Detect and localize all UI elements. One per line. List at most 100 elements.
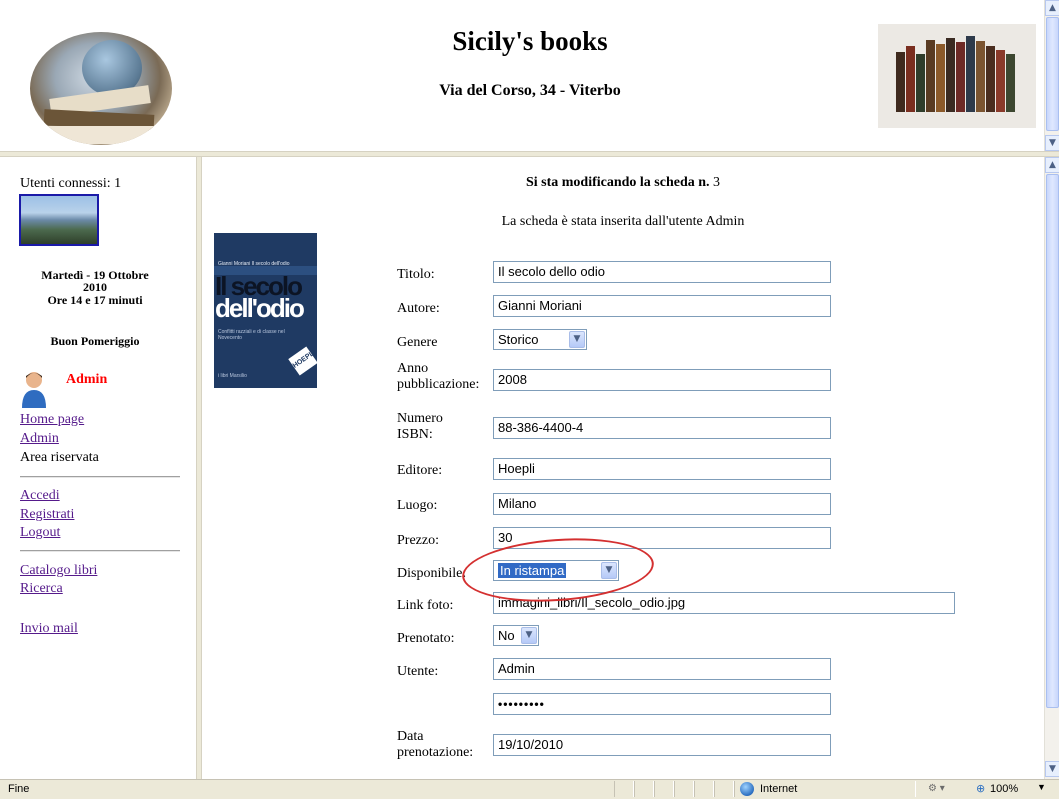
book-spine (936, 44, 945, 112)
photo-link-label: Link foto: (397, 598, 454, 613)
site-address: Via del Corso, 34 - Viterbo (439, 82, 621, 99)
availability-label: Disponibile: (397, 566, 467, 581)
scroll-down-button[interactable]: ▼ (1045, 135, 1059, 151)
book-spine (996, 50, 1005, 112)
nav-login-link[interactable]: Accedi (20, 488, 60, 504)
chevron-down-icon[interactable]: ▼ (1037, 782, 1046, 792)
book-spine (896, 52, 905, 112)
reserved-label: Prenotato: (397, 631, 455, 646)
isbn-label: Numero ISBN: (397, 411, 443, 443)
book-spine (1006, 54, 1015, 112)
genre-select[interactable]: Storico ▼ (493, 329, 587, 350)
nav-logout-link[interactable]: Logout (20, 525, 60, 541)
book-spine (956, 42, 965, 112)
cover-series: i libri Marsilio (218, 373, 247, 379)
author-input[interactable]: Gianni Moriani (493, 295, 831, 317)
title-input[interactable]: Il secolo dello odio (493, 261, 831, 283)
title-label: Titolo: (397, 267, 435, 282)
price-label: Prezzo: (397, 533, 439, 548)
user-avatar-icon (22, 372, 46, 408)
editing-heading: Si sta modificando la scheda n. 3 (202, 175, 1044, 191)
author-label: Autore: (397, 301, 440, 316)
book-spine (976, 41, 985, 112)
availability-select[interactable]: In ristampa ▼ (493, 560, 619, 581)
cover-subtitle: Conflitti razziali e di classe nel Novec… (218, 329, 285, 341)
status-cell (614, 781, 634, 797)
year-label: Anno pubblicazione: (397, 361, 479, 393)
reservation-date-input[interactable]: 19/10/2010 (493, 734, 831, 756)
cover-publisher-badge: HOEPLI (288, 346, 317, 376)
user-input[interactable]: Admin (493, 658, 831, 680)
book-graphic (40, 126, 160, 144)
books-globe-logo (30, 32, 172, 145)
inserted-by-text: La scheda è stata inserita dall'utente A… (501, 214, 745, 229)
genre-label: Genere (397, 335, 438, 350)
password-input[interactable]: ••••••••• (493, 693, 831, 715)
reservation-date-label: Data prenotazione: (397, 729, 473, 761)
chevron-down-icon[interactable]: ▼ (569, 331, 585, 348)
nav-separator (20, 476, 180, 478)
status-cell (654, 781, 674, 797)
status-cell (634, 781, 654, 797)
place-label: Luogo: (397, 498, 438, 513)
security-zone-text: Internet (760, 783, 798, 795)
coast-photo (19, 194, 99, 246)
publisher-input[interactable]: Hoepli (493, 458, 831, 480)
admin-username: Admin (66, 372, 108, 387)
nav-home-link[interactable]: Home page (20, 412, 84, 428)
nav-admin-link[interactable]: Admin (20, 431, 59, 447)
bookshelf-image (878, 24, 1036, 128)
protected-mode-icon[interactable]: ⚙ ▾ (928, 783, 945, 794)
status-cell (694, 781, 714, 797)
book-spine (906, 46, 915, 112)
book-spine (916, 54, 925, 112)
reserved-select[interactable]: No ▼ (493, 625, 539, 646)
year-label-line2: pubblicazione: (397, 377, 480, 392)
book-spine (966, 36, 975, 112)
main-frame: Si sta modificando la scheda n. 3 La sch… (202, 157, 1044, 779)
main-scrollbar[interactable]: ▲ ▼ (1044, 157, 1059, 779)
time-text: Ore 14 e 17 minuti (47, 293, 143, 307)
status-cell (674, 781, 694, 797)
nav-catalog-link[interactable]: Catalogo libri (20, 563, 97, 579)
scroll-up-button[interactable]: ▲ (1045, 0, 1059, 16)
place-input[interactable]: Milano (493, 493, 831, 515)
magnifier-icon[interactable]: ⊕ (976, 782, 985, 795)
sidebar-frame: Utenti connessi: 1 Martedì - 19 Ottobre … (0, 157, 196, 779)
record-number: 3 (713, 175, 721, 190)
site-title: Sicily's books (452, 26, 608, 56)
status-bar: Fine Internet ⚙ ▾ ⊕ 100% ▼ (0, 779, 1059, 799)
chevron-down-icon[interactable]: ▼ (601, 562, 617, 579)
isbn-label-line2: ISBN: (397, 427, 433, 442)
reservation-date-label-line1: Data (397, 729, 424, 744)
nav-register-link[interactable]: Registrati (20, 507, 74, 523)
scroll-thumb[interactable] (1046, 174, 1059, 708)
photo-link-input[interactable]: immagini_libri/Il_secolo_odio.jpg (493, 592, 955, 614)
availability-selected-value: In ristampa (498, 563, 567, 578)
globe-icon (740, 782, 754, 796)
nav-separator (20, 550, 180, 552)
book-spine (986, 46, 995, 112)
price-input[interactable]: 30 (493, 527, 831, 549)
publisher-label: Editore: (397, 463, 443, 478)
users-connected-text: Utenti connessi: 1 (20, 176, 122, 191)
nav-search-link[interactable]: Ricerca (20, 581, 63, 597)
cover-big-title-line2: dell'odio (215, 293, 305, 323)
book-cover-image: Gianni Moriani Il secolo dell'odio Il se… (214, 233, 317, 388)
reserved-selected-value: No (498, 628, 515, 643)
chevron-down-icon[interactable]: ▼ (521, 627, 537, 644)
nav-reserved-area-text: Area riservata (20, 450, 99, 465)
isbn-label-line1: Numero (397, 411, 443, 426)
reservation-date-label-line2: prenotazione: (397, 745, 474, 760)
nav-mail-link[interactable]: Invio mail (20, 621, 78, 637)
status-text: Fine (8, 783, 30, 795)
scroll-thumb[interactable] (1046, 17, 1059, 131)
isbn-input[interactable]: 88-386-4400-4 (493, 417, 831, 439)
book-spine (946, 38, 955, 112)
zoom-level[interactable]: 100% (990, 783, 1018, 795)
scroll-up-button[interactable]: ▲ (1045, 157, 1059, 173)
year-input[interactable]: 2008 (493, 369, 831, 391)
user-label: Utente: (397, 664, 439, 679)
header-scrollbar[interactable]: ▲ ▼ (1044, 0, 1059, 151)
scroll-down-button[interactable]: ▼ (1045, 761, 1059, 777)
